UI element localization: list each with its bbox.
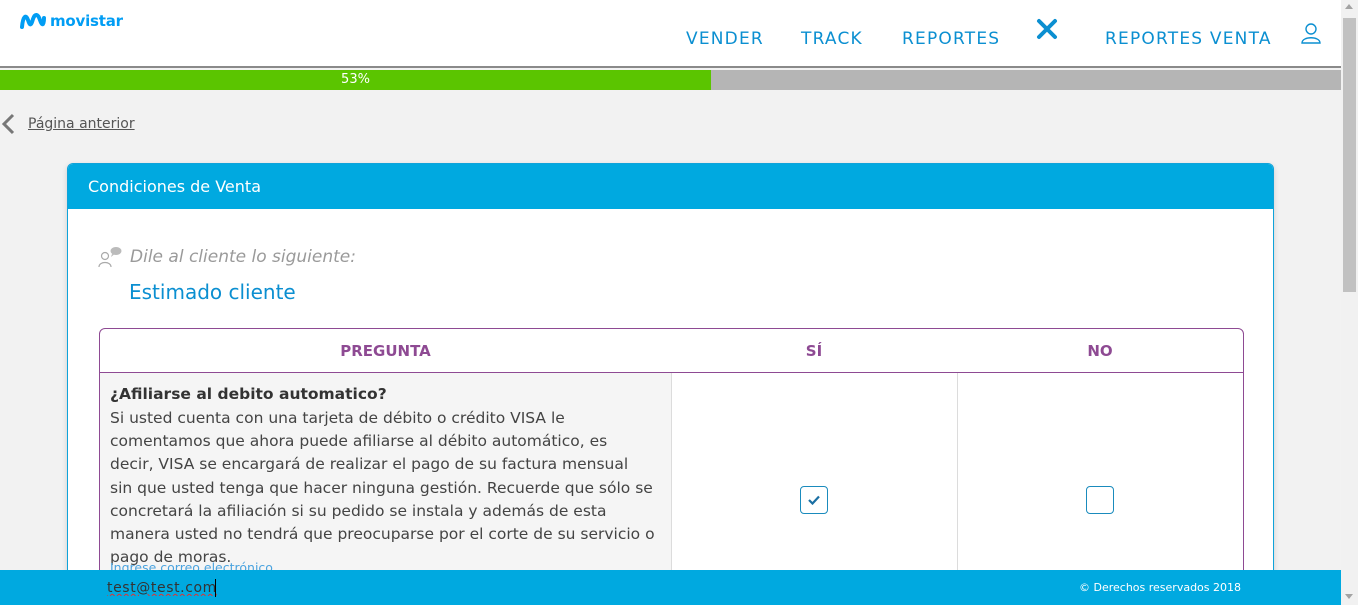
text-caret: [215, 579, 216, 597]
say-prompt: Dile al cliente lo siguiente:: [98, 246, 356, 268]
sale-conditions-card: Condiciones de Venta Dile al cliente lo …: [67, 163, 1274, 605]
nav-reportes-venta[interactable]: REPORTES VENTA: [1105, 29, 1272, 49]
logo-text: movistar: [50, 12, 123, 30]
nav-track[interactable]: TRACK: [801, 29, 863, 49]
nav-reportes[interactable]: REPORTES: [902, 29, 1000, 49]
nav-vender[interactable]: VENDER: [686, 29, 764, 49]
question-body: Si usted cuenta con una tarjeta de débit…: [110, 409, 655, 567]
email-input[interactable]: [107, 577, 307, 599]
speaker-icon: [98, 247, 122, 268]
back-link[interactable]: Página anterior: [0, 113, 135, 135]
question-title: ¿Afiliarse al debito automatico?: [110, 385, 387, 403]
scroll-up-arrow-icon[interactable]: [1345, 4, 1353, 9]
scrollbar-thumb[interactable]: [1343, 18, 1356, 292]
no-checkbox[interactable]: [1086, 486, 1114, 514]
card-title: Condiciones de Venta: [68, 164, 1273, 209]
header-pregunta: PREGUNTA: [340, 342, 431, 360]
movistar-logo[interactable]: movistar: [20, 12, 123, 30]
chevron-left-icon: [1, 113, 15, 135]
top-header: movistar VENDER TRACK REPORTES REPORTES …: [0, 0, 1341, 68]
greeting: Estimado cliente: [129, 280, 296, 304]
progress-label: 53%: [341, 72, 370, 87]
progress-bar: 53%: [0, 70, 1341, 90]
header-si: SÍ: [805, 342, 823, 360]
scroll-down-arrow-icon[interactable]: [1345, 594, 1353, 599]
question-table: PREGUNTA SÍ NO ¿Afiliarse al debito auto…: [99, 328, 1244, 605]
say-label: Dile al cliente lo siguiente:: [130, 247, 356, 267]
user-icon[interactable]: [1300, 22, 1322, 48]
copyright: © Derechos reservados 2018: [1078, 581, 1241, 594]
movistar-m-icon: [20, 13, 46, 29]
close-icon[interactable]: [1036, 18, 1058, 44]
si-checkbox[interactable]: [800, 486, 828, 514]
checkmark-icon: [808, 495, 820, 505]
back-label[interactable]: Página anterior: [28, 116, 135, 132]
header-no: NO: [1087, 342, 1113, 360]
